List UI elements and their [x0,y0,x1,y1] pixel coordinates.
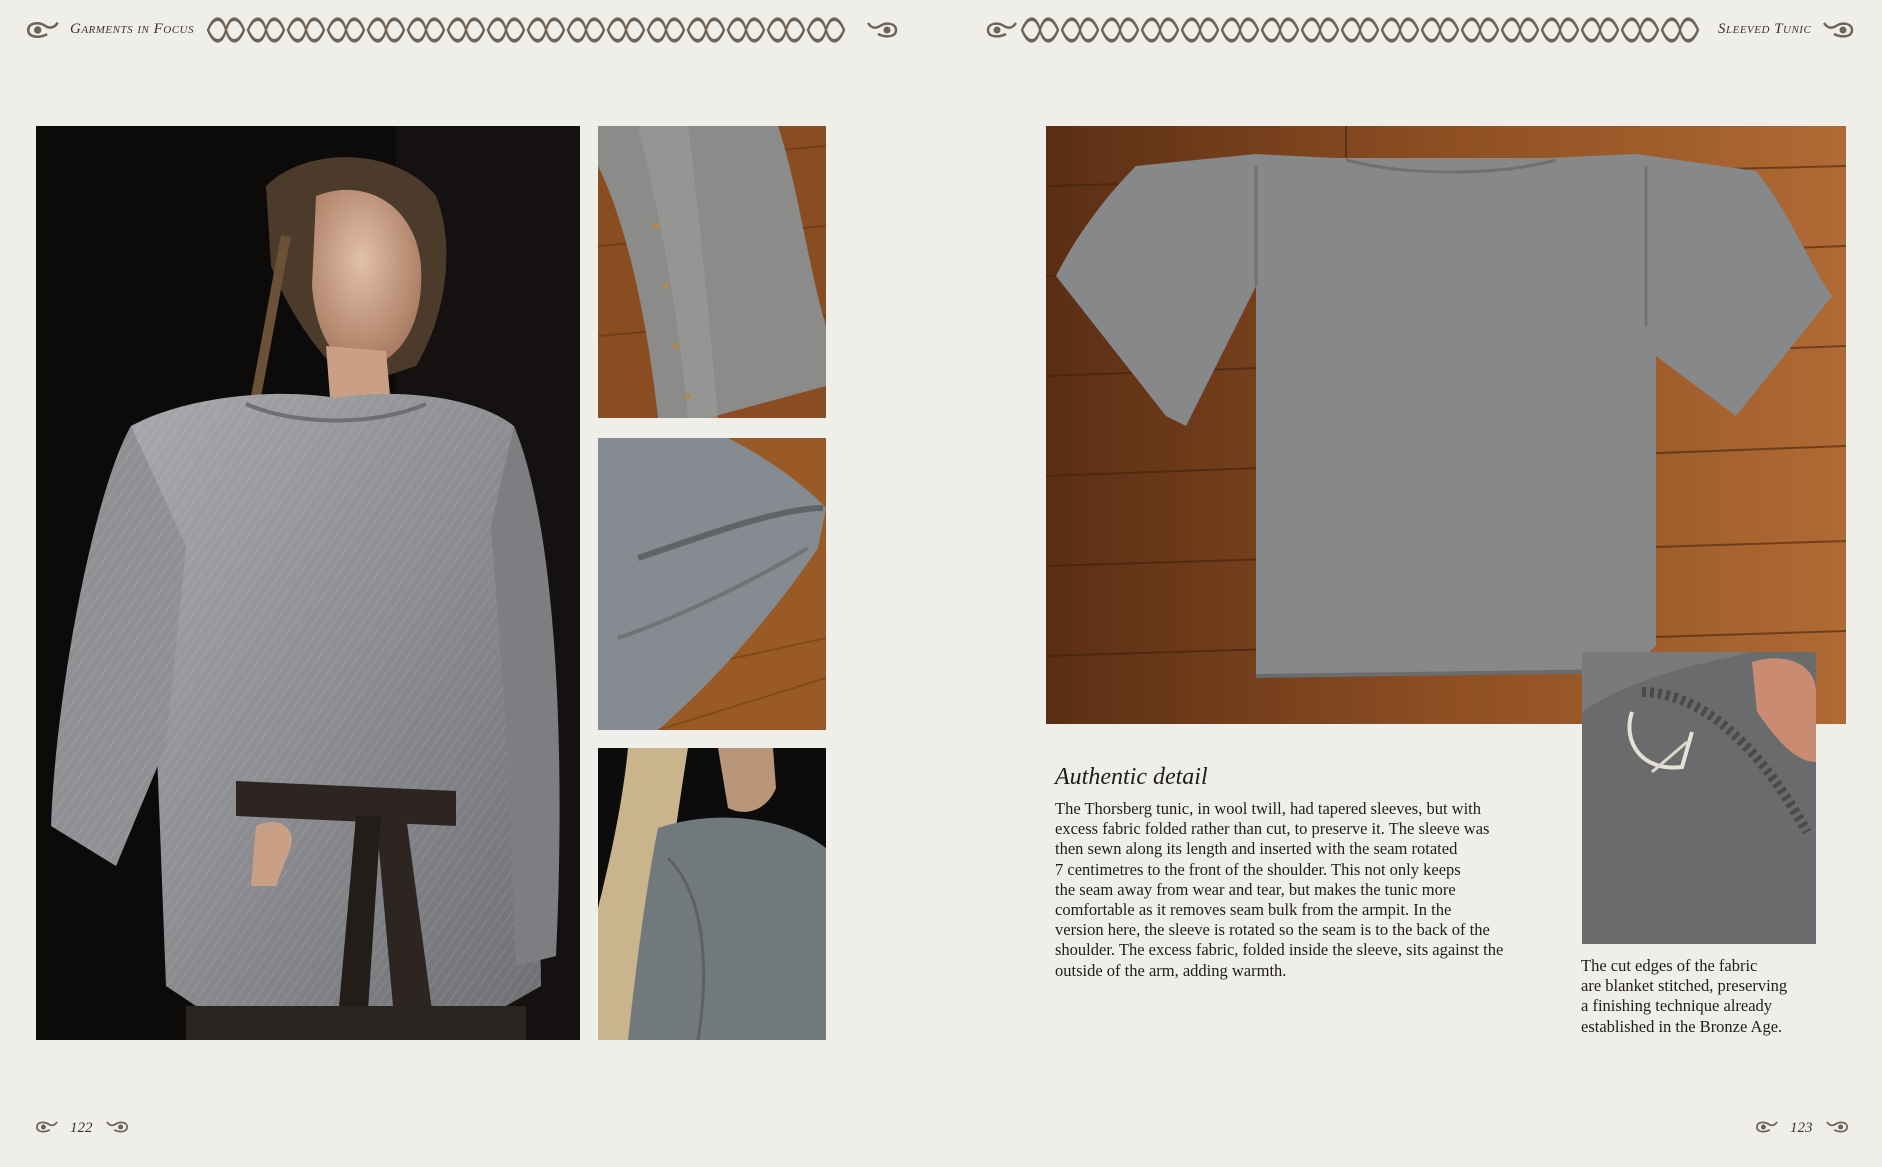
endcap-ornament-icon [864,12,900,48]
header-right: Sleeved Tunic [984,12,1858,48]
header-left: Garments in Focus [24,12,899,48]
folio-ornament-icon [34,1118,60,1136]
folio-right: 123 [1754,1116,1854,1140]
woman-wearing-tunic-photo [36,126,580,1040]
body-line: 7 centimetres to the front of the should… [1055,859,1461,879]
body-line: outside of the arm, adding warmth. [1055,960,1287,980]
caption-line: established in the Bronze Age. [1581,1016,1783,1036]
tunic-flatlay-photo [1046,126,1846,724]
running-title-right: Sleeved Tunic [1718,21,1812,37]
caption-line: The cut edges of the fabric [1581,956,1758,975]
section-heading: Authentic detail [1055,764,1208,790]
shoulder-seam-photo [598,748,826,1040]
knotwork-border-icon [1020,17,1700,43]
knotwork-border-icon [206,17,846,43]
body-line: the seam away from wear and tear, but ma… [1055,879,1456,899]
inset-caption: The cut edges of the fabric are blanket … [1581,956,1861,1037]
folio-left: 122 [34,1116,134,1140]
caption-line: a finishing technique already [1581,996,1773,1016]
section-body: The Thorsberg tunic, in wool twill, had … [1055,799,1555,981]
folio-ornament-icon [1824,1118,1850,1136]
caption-line: are blanket stitched, preserving [1581,976,1788,996]
body-line: then sewn along its length and inserted … [1055,839,1458,859]
body-line: comfortable as it removes seam bulk from… [1055,900,1452,920]
page-number-right: 123 [1790,1120,1813,1136]
sleeve-folded-photo [598,438,826,730]
sleeve-pinned-photo [598,126,826,418]
blanket-stitch-inset-photo [1582,652,1816,944]
endcap-ornament-icon [984,12,1020,48]
folio-ornament-icon [104,1118,130,1136]
body-line: version here, the sleeve is rotated so t… [1055,920,1490,940]
running-title-left: Garments in Focus [70,21,194,37]
authentic-detail-section: Authentic detail The Thorsberg tunic, in… [1055,764,1555,981]
body-line: excess fabric folded rather than cut, to… [1055,819,1490,839]
body-line: shoulder. The excess fabric, folded insi… [1055,940,1504,960]
folio-ornament-icon [1754,1118,1780,1136]
body-line: The Thorsberg tunic, in wool twill, had … [1055,799,1482,818]
endcap-ornament-icon [1820,12,1856,48]
page-number-left: 122 [70,1120,93,1136]
endcap-ornament-icon [24,12,62,48]
